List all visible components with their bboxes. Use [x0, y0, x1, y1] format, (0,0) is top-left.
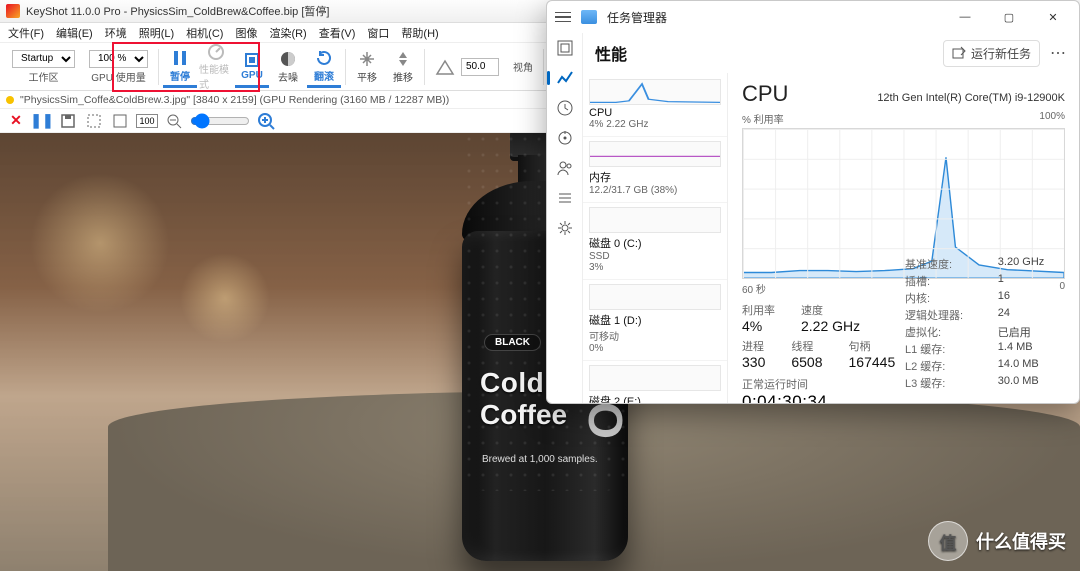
tm-title: 任务管理器: [607, 9, 667, 26]
cpu-side-stats: 基准速度:3.20 GHz 插槽:1 内核:16 逻辑处理器:24 虚拟化:已启…: [905, 256, 1065, 391]
taskmgr-app-icon: [581, 10, 597, 24]
perf-list: CPU 4% 2.22 GHz 内存 12.2/31.7 GB (38%) 磁盘…: [583, 73, 728, 403]
details-icon[interactable]: [556, 189, 574, 207]
workspace-label: 工作区: [29, 69, 59, 84]
tumble-button[interactable]: 翻滚: [307, 46, 341, 88]
zoom-slider[interactable]: [190, 113, 250, 129]
list-item-cpu[interactable]: CPU 4% 2.22 GHz: [583, 75, 727, 137]
separator: [345, 49, 346, 85]
zoom-group: 100 % GPU 使用量: [83, 48, 154, 86]
hamburger-icon[interactable]: [555, 12, 571, 23]
more-button[interactable]: ⋯: [1050, 43, 1067, 63]
tm-titlebar[interactable]: 任务管理器 — ▢ ✕: [547, 1, 1079, 33]
list-item-memory[interactable]: 内存 12.2/31.7 GB (38%): [583, 137, 727, 203]
chip-icon: [242, 50, 262, 70]
startup-icon[interactable]: [556, 129, 574, 147]
run-task-icon: [952, 46, 966, 60]
pause-icon: [170, 48, 190, 68]
tm-page-title: 性能: [595, 41, 627, 65]
perf-detail: CPU 12th Gen Intel(R) Core(TM) i9-12900K…: [728, 73, 1079, 403]
window-controls: — ▢ ✕: [943, 1, 1075, 33]
dolly-icon: [393, 49, 413, 69]
history-icon[interactable]: [556, 99, 574, 117]
gpu-usage-label: GPU 使用量: [91, 69, 145, 84]
fov-label-group: 视角: [507, 57, 539, 76]
performance-icon[interactable]: [556, 69, 574, 87]
denoise-icon: [278, 49, 298, 69]
keyshot-logo-icon: [6, 4, 20, 18]
gauge-icon: [206, 43, 226, 61]
keyshot-title: KeyShot 11.0.0 Pro - PhysicsSim_ColdBrew…: [26, 3, 329, 19]
menu-window[interactable]: 窗口: [367, 25, 389, 41]
separator: [158, 49, 159, 85]
processes-icon[interactable]: [556, 39, 574, 57]
separator: [424, 49, 425, 85]
pan-button[interactable]: 平移: [350, 46, 384, 88]
fov-group: [429, 56, 505, 78]
perf-button[interactable]: 性能模式: [199, 46, 233, 88]
menu-file[interactable]: 文件(F): [8, 25, 44, 41]
menu-light[interactable]: 照明(L): [139, 25, 174, 41]
tm-page-header: 性能 运行新任务 ⋯: [583, 33, 1079, 73]
menu-image[interactable]: 图像: [235, 25, 257, 41]
menu-help[interactable]: 帮助(H): [401, 25, 438, 41]
bottle-badge: BLACK: [484, 334, 541, 351]
fit-button[interactable]: [110, 111, 130, 131]
separator: [543, 49, 544, 85]
cpu-model: 12th Gen Intel(R) Core(TM) i9-12900K: [877, 92, 1065, 104]
x-left-label: 60 秒: [742, 281, 766, 296]
menu-camera[interactable]: 相机(C): [186, 25, 223, 41]
bokeh-icon: [30, 173, 170, 313]
denoise-button[interactable]: 去噪: [271, 46, 305, 88]
tm-nav-rail: [547, 33, 583, 403]
zoom-100-button[interactable]: 100: [136, 114, 158, 128]
watermark-icon: 值: [928, 521, 968, 561]
save-button[interactable]: [58, 111, 78, 131]
zoom-out-icon[interactable]: [164, 111, 184, 131]
bottle-subtext: Brewed at 1,000 samples.: [482, 454, 598, 465]
fov-icon: [435, 58, 455, 76]
y-axis-label: % 利用率: [742, 111, 784, 126]
users-icon[interactable]: [556, 159, 574, 177]
gpu-button[interactable]: GPU: [235, 46, 269, 88]
close-button[interactable]: ✕: [6, 111, 26, 131]
region-button[interactable]: [84, 111, 104, 131]
menu-env[interactable]: 环境: [105, 25, 127, 41]
services-icon[interactable]: [556, 219, 574, 237]
rotate-icon: [314, 48, 334, 68]
run-new-task-button[interactable]: 运行新任务: [943, 40, 1040, 67]
watermark-text: 什么值得买: [976, 528, 1066, 554]
workspace-group: Startup 工作区: [6, 48, 81, 86]
pan-icon: [357, 49, 377, 69]
list-item-disk2[interactable]: 磁盘 2 (E:) 可移动 0%: [583, 361, 727, 403]
minimize-button[interactable]: —: [943, 1, 987, 33]
list-item-disk0[interactable]: 磁盘 0 (C:) SSD 3%: [583, 203, 727, 280]
dolly-button[interactable]: 推移: [386, 46, 420, 88]
detail-title: CPU: [742, 81, 788, 107]
bokeh-icon: [180, 253, 270, 343]
pause-button[interactable]: 暂停: [163, 46, 197, 88]
render-tab-text[interactable]: "PhysicsSim_Coffe&ColdBrew.3.jpg" [3840 …: [20, 94, 449, 106]
y-max-label: 100%: [1039, 111, 1065, 126]
menu-render[interactable]: 渲染(R): [269, 25, 306, 41]
watermark: 值 什么值得买: [928, 521, 1066, 561]
list-item-disk1[interactable]: 磁盘 1 (D:) 可移动 0%: [583, 280, 727, 361]
close-button[interactable]: ✕: [1031, 1, 1075, 33]
workspace-select[interactable]: Startup: [12, 50, 75, 68]
menu-edit[interactable]: 编辑(E): [56, 25, 93, 41]
pause-small-button[interactable]: ❚❚: [32, 111, 52, 131]
maximize-button[interactable]: ▢: [987, 1, 1031, 33]
task-manager-window[interactable]: 任务管理器 — ▢ ✕ 性能 运行新任务: [546, 0, 1080, 404]
menu-view[interactable]: 查看(V): [319, 25, 356, 41]
zoom-in-icon[interactable]: [256, 111, 276, 131]
status-dot-icon: [6, 96, 14, 104]
fov-input[interactable]: [461, 58, 499, 76]
zoom-select[interactable]: 100 %: [89, 50, 148, 68]
